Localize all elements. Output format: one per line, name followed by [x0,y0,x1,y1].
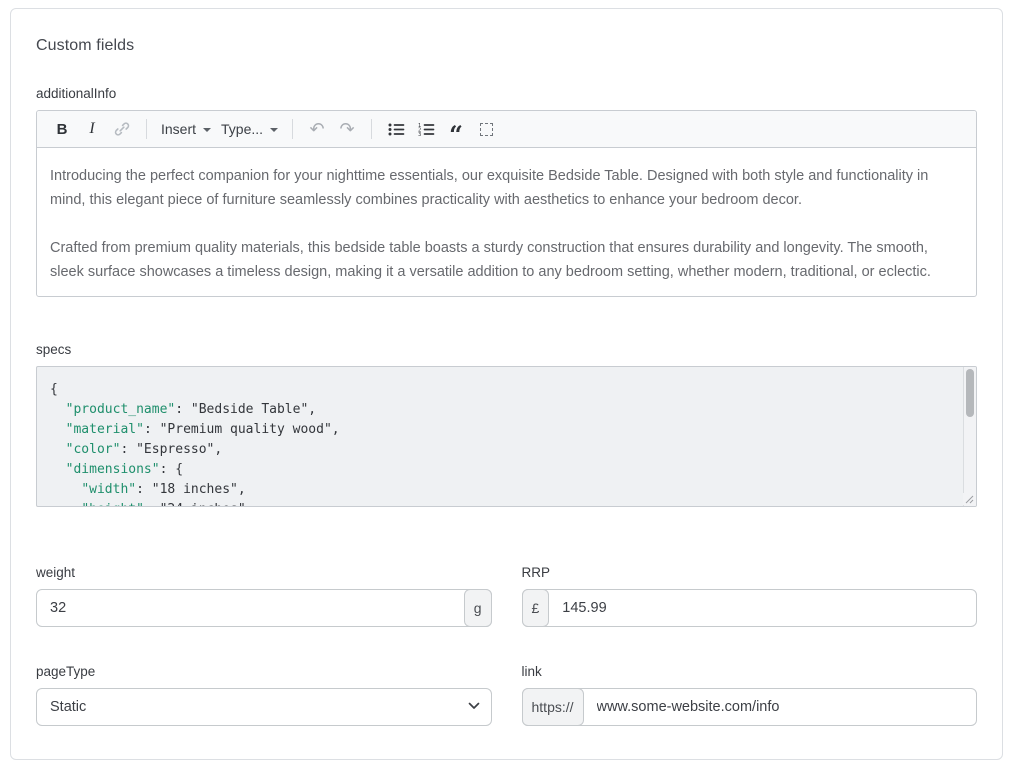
custom-fields-card: Custom fields additionalInfo B I Insert [10,8,1003,760]
specs-code-editor[interactable]: { "product_name": "Bedside Table", "mate… [36,366,977,507]
toolbar-divider [371,119,372,139]
rte-paragraph: Crafted from premium quality materials, … [50,236,963,284]
currency-addon: £ [522,589,550,627]
page-type-select[interactable]: Static [36,688,492,726]
insert-dropdown[interactable]: Insert [158,116,214,142]
weight-field: weight g [36,565,492,627]
code-block-button[interactable] [473,116,499,142]
rrp-input[interactable] [549,590,976,626]
bold-button[interactable]: B [49,116,75,142]
rich-text-editor: B I Insert Type [36,110,977,297]
chevron-down-icon [203,128,211,132]
weight-input[interactable] [37,590,464,626]
type-dropdown-label: Type... [221,121,263,137]
link-icon [113,120,131,138]
svg-text:3: 3 [418,132,421,138]
link-input[interactable] [584,689,976,725]
code-line: "material": "Premium quality wood", [50,420,950,440]
rte-toolbar: B I Insert Type [37,111,976,148]
toolbar-divider [292,119,293,139]
rrp-label: RRP [522,565,978,580]
page-type-field: pageType Static [36,664,492,726]
bullet-list-icon [387,121,405,138]
fields-row: pageType Static link https:// [36,664,977,726]
link-input-group: https:// [522,688,978,726]
protocol-addon: https:// [522,688,584,726]
bullet-list-button[interactable] [383,116,409,142]
numbered-list-button[interactable]: 123 [413,116,439,142]
chevron-down-icon [270,128,278,132]
insert-dropdown-label: Insert [161,121,196,137]
scrollbar-thumb[interactable] [966,369,974,417]
rrp-input-group: £ [522,589,978,627]
code-line: "color": "Espresso", [50,440,950,460]
undo-button[interactable]: ↶ [304,116,330,142]
toolbar-divider [146,119,147,139]
numbered-list-icon: 123 [417,121,435,138]
code-line: "dimensions": { [50,460,950,480]
code-line: "width": "18 inches", [50,480,950,500]
redo-button[interactable]: ↷ [334,116,360,142]
vertical-scrollbar[interactable] [963,367,976,506]
page-type-label: pageType [36,664,492,679]
page-type-select-wrap: Static [36,688,492,726]
type-dropdown[interactable]: Type... [218,116,281,142]
specs-label: specs [36,342,977,357]
rrp-field: RRP £ [522,565,978,627]
card-title: Custom fields [36,37,977,55]
link-label: link [522,664,978,679]
blockquote-button[interactable]: “ [443,116,469,142]
resize-handle[interactable] [963,493,975,505]
fields-row: weight g RRP £ [36,565,977,627]
code-line: { [50,380,950,400]
rte-paragraph: Introducing the perfect companion for yo… [50,164,963,212]
italic-button[interactable]: I [79,116,105,142]
additional-info-label: additionalInfo [36,86,977,101]
link-button[interactable] [109,116,135,142]
code-line: "height": "24 inches", [50,500,950,507]
rte-content[interactable]: Introducing the perfect companion for yo… [37,148,976,296]
link-field: link https:// [522,664,978,726]
weight-label: weight [36,565,492,580]
weight-input-group: g [36,589,492,627]
dashed-square-icon [480,123,493,136]
weight-unit-addon: g [464,589,492,627]
code-line: "product_name": "Bedside Table", [50,400,950,420]
